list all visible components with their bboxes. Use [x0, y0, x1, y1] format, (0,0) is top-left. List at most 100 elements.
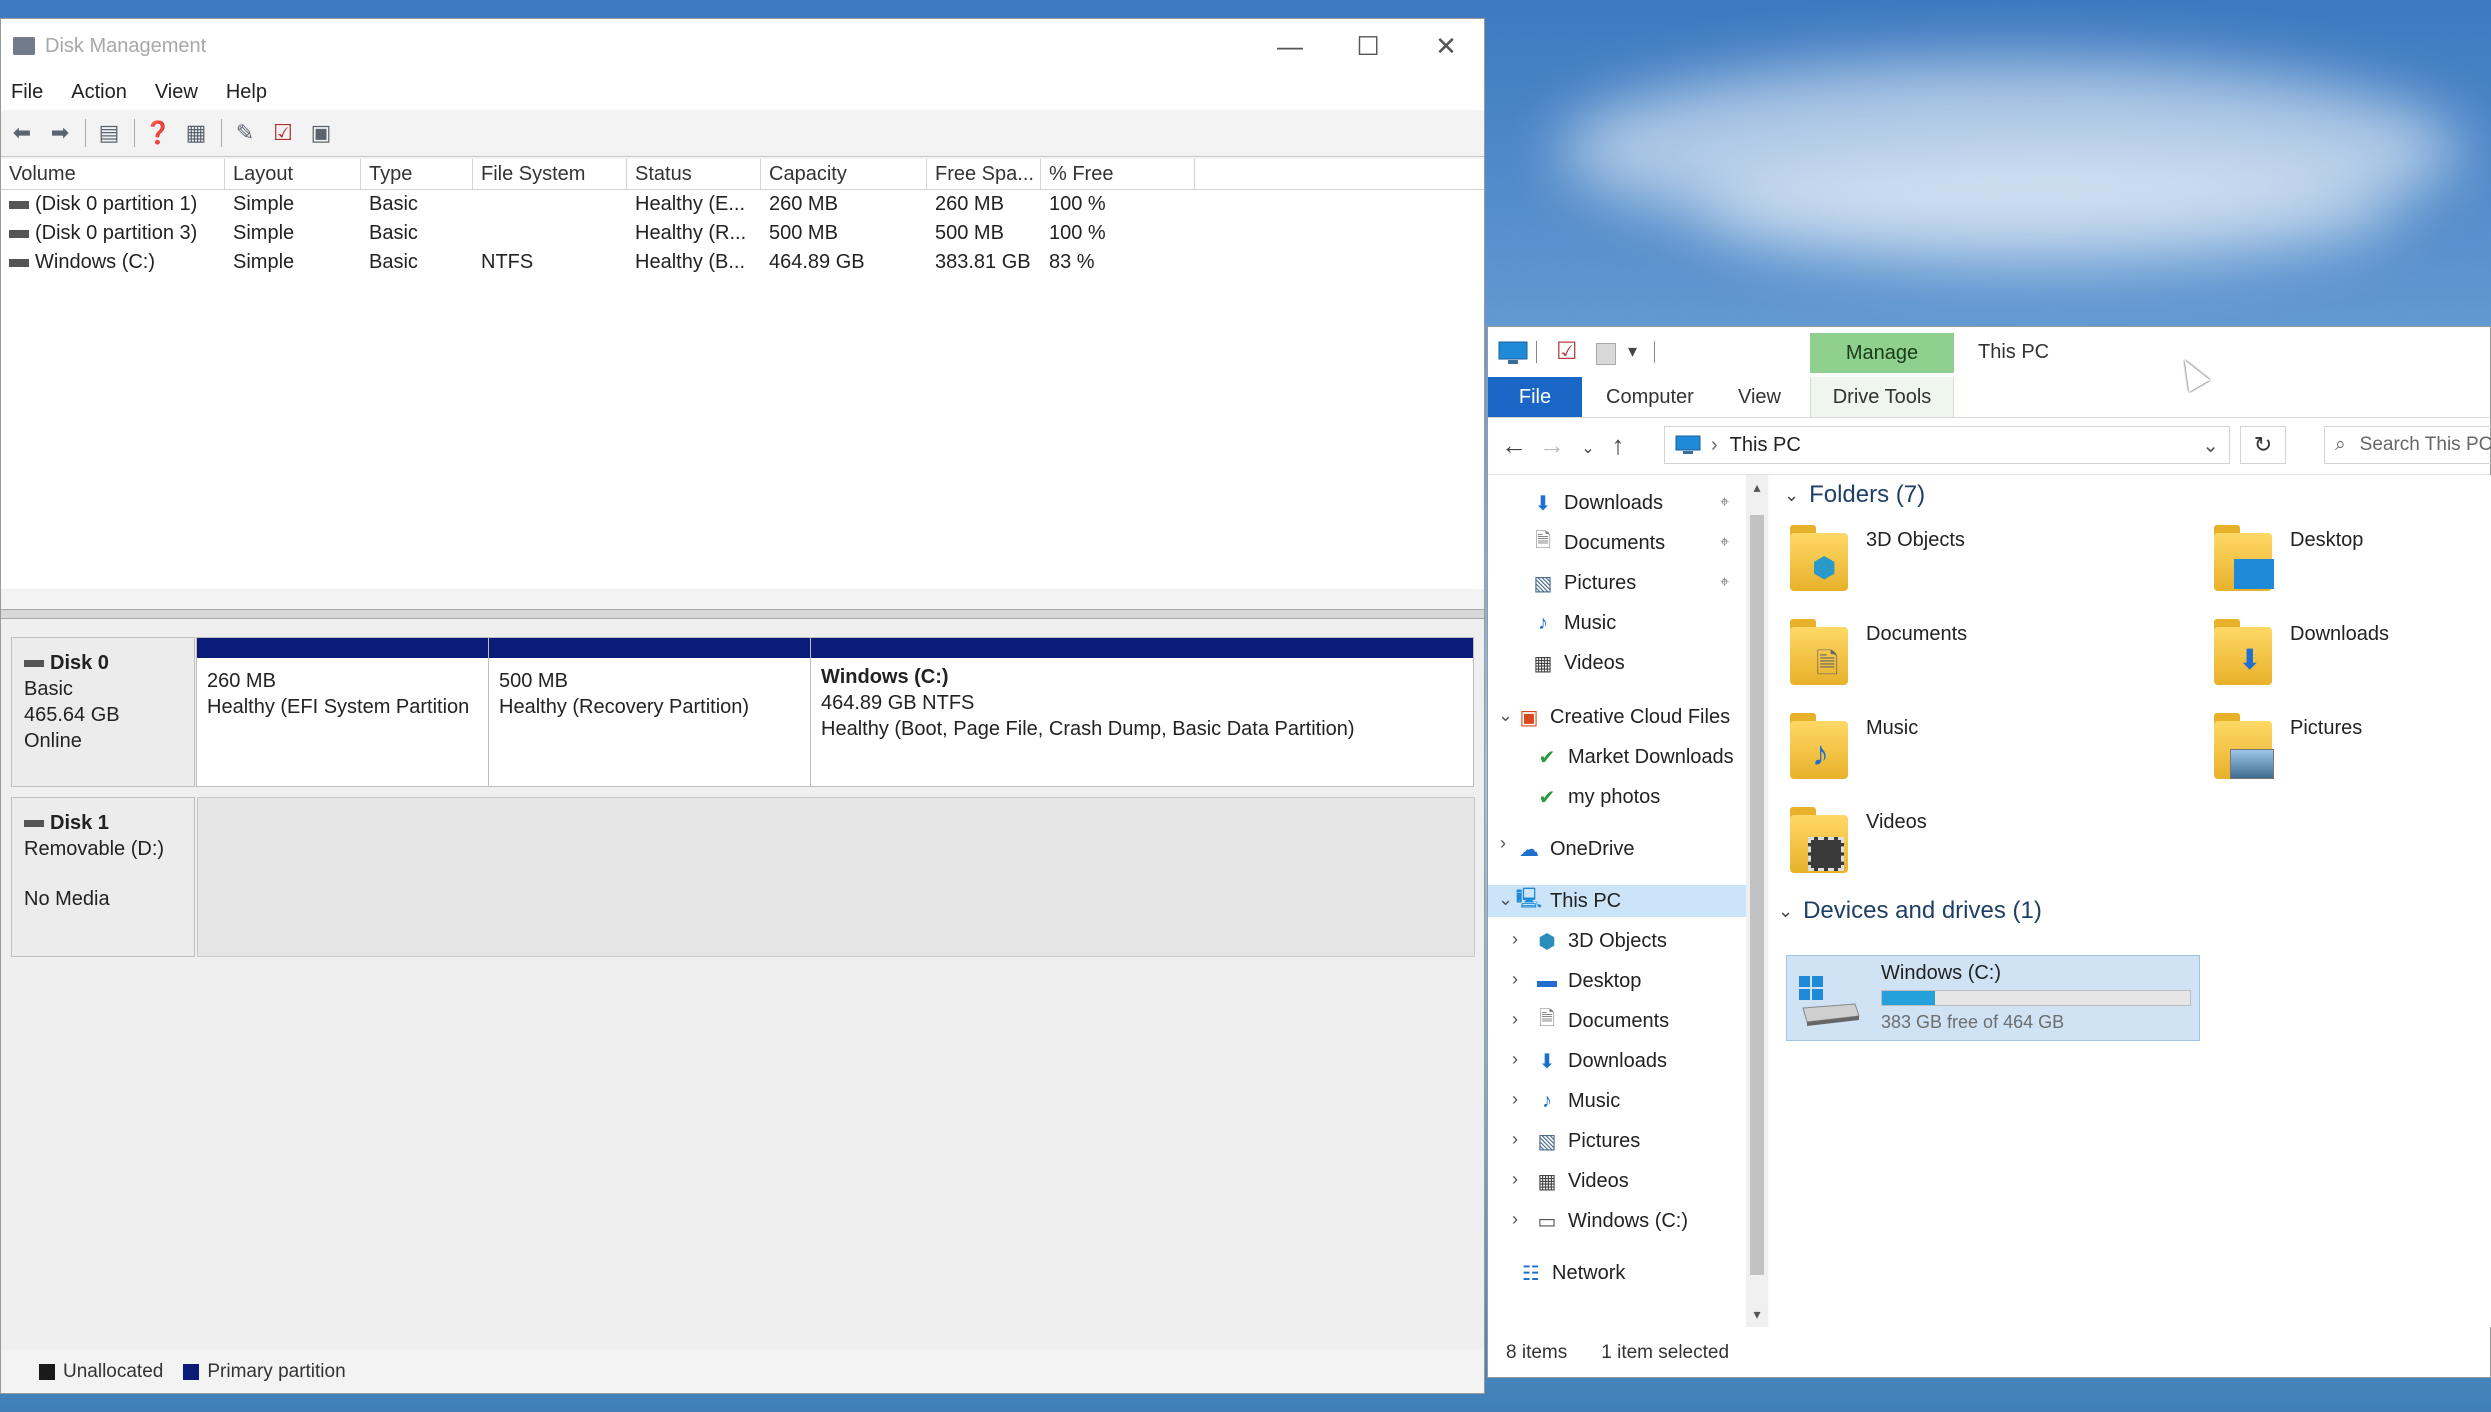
volume-type: Basic [369, 222, 418, 244]
nav-market-downloads[interactable]: ✔ Market Downloads [1536, 741, 1734, 773]
expand-chevron-icon[interactable]: › [1512, 929, 1518, 950]
tab-computer[interactable]: Computer [1606, 377, 1694, 417]
back-arrow-icon[interactable]: ← [1498, 430, 1530, 461]
folder-pictures[interactable]: Pictures [2210, 711, 2362, 785]
folder-documents[interactable]: 🗎 Documents [1786, 617, 1967, 691]
partition-windows-c[interactable]: Windows (C:) 464.89 GB NTFS Healthy (Boo… [811, 638, 1473, 786]
menu-view[interactable]: View [155, 81, 198, 104]
collapse-chevron-icon[interactable]: ⌄ [1498, 705, 1513, 726]
partition-recovery[interactable]: 500 MB Healthy (Recovery Partition) [489, 638, 811, 786]
drive-usage-bar [1881, 990, 2191, 1006]
nav-onedrive[interactable]: ☁ OneDrive [1518, 833, 1634, 865]
refresh-button[interactable]: ↻ [2240, 426, 2286, 464]
nav-pc-music[interactable]: ♪ Music [1536, 1085, 1620, 1117]
pane-splitter[interactable] [1, 609, 1484, 619]
nav-my-photos[interactable]: ✔ my photos [1536, 781, 1661, 813]
help-icon[interactable]: ❓ [143, 118, 173, 148]
scroll-down-icon[interactable]: ▾ [1746, 1306, 1768, 1323]
up-arrow-icon[interactable]: ↑ [1602, 430, 1634, 461]
scroll-up-icon[interactable]: ▴ [1746, 479, 1768, 496]
menu-help[interactable]: Help [226, 81, 267, 104]
volume-list: Volume Layout Type File System Status Ca… [1, 159, 1484, 589]
list-icon[interactable]: ▣ [306, 118, 336, 148]
forward-arrow-icon[interactable]: ➡ [45, 118, 75, 148]
nav-pc-windows-c[interactable]: ▭ Windows (C:) [1536, 1205, 1688, 1237]
column-capacity[interactable]: Capacity [761, 159, 927, 189]
column-file-system[interactable]: File System [473, 159, 627, 189]
nav-quick-documents[interactable]: 🗎 Documents ⌖ [1532, 527, 1742, 559]
navigation-scrollbar[interactable]: ▴ ▾ [1746, 475, 1768, 1327]
partition-efi[interactable]: 260 MB Healthy (EFI System Partition [197, 638, 489, 786]
nav-pc-3d-objects[interactable]: ⬢ 3D Objects [1536, 925, 1667, 957]
manage-contextual-tab[interactable]: Manage [1810, 333, 1954, 373]
properties-icon[interactable]: ▦ [181, 118, 211, 148]
recent-locations-chevron-icon[interactable]: ⌄ [1572, 438, 1604, 458]
column-type[interactable]: Type [361, 159, 473, 189]
properties-check-icon[interactable]: ☑ [1556, 337, 1578, 366]
console-tree-icon[interactable]: ▤ [94, 118, 124, 148]
back-arrow-icon[interactable]: ⬅ [7, 118, 37, 148]
nav-this-pc[interactable]: 🖳 This PC [1488, 885, 1746, 917]
nav-pc-videos[interactable]: ▦ Videos [1536, 1165, 1629, 1197]
nav-pc-pictures[interactable]: ▧ Pictures [1536, 1125, 1641, 1157]
search-input[interactable]: ⌕ Search This PC [2324, 426, 2491, 464]
legend-primary: Primary partition [183, 1361, 346, 1383]
minimize-button[interactable]: — [1251, 19, 1329, 74]
menu-action[interactable]: Action [71, 81, 127, 104]
folder-music[interactable]: ♪ Music [1786, 711, 1918, 785]
folder-desktop[interactable]: Desktop [2210, 523, 2363, 597]
nav-quick-videos[interactable]: ▦ Videos [1532, 647, 1742, 679]
tab-drive-tools[interactable]: Drive Tools [1810, 377, 1954, 417]
nav-quick-downloads[interactable]: ⬇ Downloads ⌖ [1532, 487, 1742, 519]
check-icon[interactable]: ☑ [268, 118, 298, 148]
connect-icon[interactable]: ✎ [230, 118, 260, 148]
address-dropdown-icon[interactable]: ⌄ [2202, 433, 2219, 458]
volume-row[interactable]: Windows (C:) Simple Basic NTFS Healthy (… [1, 248, 1484, 277]
disk-1-info[interactable]: Disk 1 Removable (D:) No Media [11, 797, 195, 957]
column-free-space[interactable]: Free Spa... [927, 159, 1041, 189]
nav-quick-music[interactable]: ♪ Music [1532, 607, 1742, 639]
column-percent-free[interactable]: % Free [1041, 159, 1195, 189]
tab-file[interactable]: File [1488, 377, 1582, 417]
desktop-icon: ▬ [1537, 969, 1557, 992]
column-layout[interactable]: Layout [225, 159, 361, 189]
menu-file[interactable]: File [11, 81, 43, 104]
maximize-button[interactable]: ☐ [1329, 19, 1407, 74]
this-pc-icon[interactable] [1498, 341, 1528, 365]
address-bar[interactable]: › This PC ⌄ [1664, 426, 2230, 464]
devices-group-header[interactable]: ⌄ Devices and drives (1) [1778, 897, 2042, 925]
nav-pc-downloads[interactable]: ⬇ Downloads [1536, 1045, 1667, 1077]
new-folder-icon[interactable] [1596, 343, 1616, 365]
nav-network[interactable]: ☷ Network [1520, 1257, 1625, 1289]
expand-chevron-icon[interactable]: › [1512, 1169, 1518, 1190]
expand-chevron-icon[interactable]: › [1512, 1049, 1518, 1070]
nav-quick-pictures[interactable]: ▧ Pictures ⌖ [1532, 567, 1742, 599]
folder-downloads[interactable]: ⬇ Downloads [2210, 617, 2389, 691]
expand-chevron-icon[interactable]: › [1512, 1089, 1518, 1110]
folders-group-header[interactable]: ⌄ Folders (7) [1784, 481, 1925, 509]
folder-videos[interactable]: Videos [1786, 805, 1927, 879]
volume-row[interactable]: (Disk 0 partition 3) Simple Basic Health… [1, 219, 1484, 248]
scrollbar-thumb[interactable] [1750, 515, 1764, 1275]
expand-chevron-icon[interactable]: › [1500, 833, 1506, 854]
tab-view[interactable]: View [1738, 377, 1781, 417]
customize-dropdown-icon[interactable]: ▾ [1628, 341, 1637, 362]
drive-windows-c[interactable]: Windows (C:) 383 GB free of 464 GB [1786, 955, 2200, 1041]
disk-0-info[interactable]: Disk 0 Basic 465.64 GB Online [11, 637, 195, 787]
disk-icon [24, 660, 44, 668]
column-status[interactable]: Status [627, 159, 761, 189]
pictures-icon: ▧ [1533, 572, 1553, 595]
expand-chevron-icon[interactable]: › [1512, 1009, 1518, 1030]
expand-chevron-icon[interactable]: › [1512, 1129, 1518, 1150]
expand-chevron-icon[interactable]: › [1512, 969, 1518, 990]
nav-creative-cloud-files[interactable]: ▣ Creative Cloud Files [1518, 701, 1731, 733]
close-button[interactable]: ✕ [1407, 19, 1485, 74]
nav-pc-documents[interactable]: 🗎 Documents [1536, 1005, 1669, 1037]
column-volume[interactable]: Volume [1, 159, 225, 189]
volume-row[interactable]: (Disk 0 partition 1) Simple Basic Health… [1, 190, 1484, 219]
nav-pc-desktop[interactable]: ▬ Desktop [1536, 965, 1641, 997]
folder-3d-objects[interactable]: ⬢ 3D Objects [1786, 523, 1965, 597]
forward-arrow-icon[interactable]: → [1536, 430, 1568, 461]
collapse-chevron-icon[interactable]: ⌄ [1498, 889, 1513, 910]
expand-chevron-icon[interactable]: › [1512, 1209, 1518, 1230]
